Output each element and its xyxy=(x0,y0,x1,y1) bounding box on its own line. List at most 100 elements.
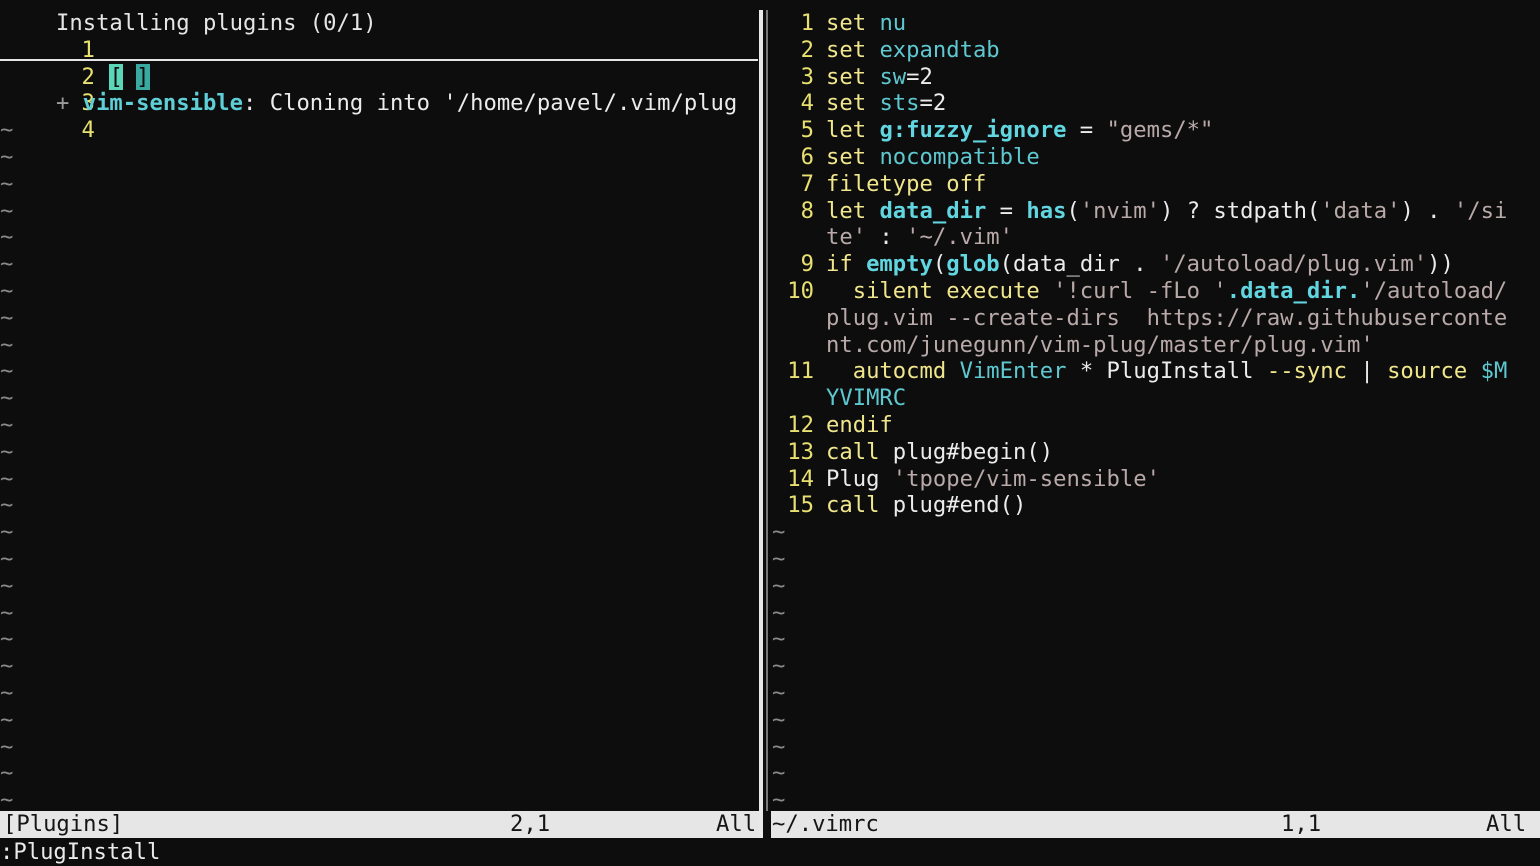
matching-bracket: ] xyxy=(136,63,150,90)
code-token: set xyxy=(826,90,880,117)
code-token: nu xyxy=(879,10,907,36)
line-number: 11 xyxy=(787,358,814,385)
empty-line-tilde: ~ xyxy=(0,626,14,653)
code-token: nocompatible xyxy=(879,144,1040,170)
empty-line-tilde: ~ xyxy=(772,599,786,626)
code-token: data_dir xyxy=(879,197,987,224)
cursor: [ xyxy=(109,63,123,91)
line-number: 10 xyxy=(787,278,814,304)
empty-line-tilde: ~ xyxy=(0,304,14,331)
empty-line-tilde: ~ xyxy=(0,706,14,733)
empty-line-tilde: ~ xyxy=(0,224,14,251)
empty-line-tilde: ~ xyxy=(0,412,14,438)
code-token: sw xyxy=(879,63,907,90)
empty-line-tilde: ~ xyxy=(0,358,14,385)
empty-line-tilde: ~ xyxy=(772,519,786,546)
command-line[interactable]: :PlugInstall xyxy=(0,838,160,866)
empty-line-tilde: ~ xyxy=(772,787,786,811)
right-cursor-position: 1,1 xyxy=(1281,811,1322,837)
code-line: let g:fuzzy_ignore = "gems/*" xyxy=(826,117,1213,144)
code-line: let data_dir = has('nvim') ? stdpath('da… xyxy=(826,198,1507,225)
code-line: call plug#begin() xyxy=(826,439,1053,466)
code-token: has xyxy=(1026,197,1067,224)
code-token: 'nvim' xyxy=(1079,197,1160,224)
empty-line-tilde: ~ xyxy=(0,492,14,519)
code-token: "gems/*" xyxy=(1106,117,1214,144)
code-token: = xyxy=(1066,117,1107,144)
right-window-edge xyxy=(1531,10,1537,811)
code-token: set xyxy=(826,36,880,63)
empty-line-tilde: ~ xyxy=(0,144,14,170)
code-token: source xyxy=(1387,358,1481,385)
code-line: silent execute '!curl -fLo '.data_dir.'/… xyxy=(826,278,1508,305)
empty-line-tilde: ~ xyxy=(0,653,14,680)
empty-line-tilde: ~ xyxy=(772,546,786,572)
code-token: * PlugInstall xyxy=(1066,358,1267,385)
code-token: --sync xyxy=(1266,358,1347,385)
code-token: nt.com/junegunn/vim-plug/master/plug.vim… xyxy=(826,331,1374,358)
code-token: set xyxy=(826,10,880,36)
plus-marker: + xyxy=(56,90,70,117)
code-token: autocmd xyxy=(826,358,960,385)
install-progress-text: Installing plugins (0/1) xyxy=(56,10,377,36)
empty-line-tilde: ~ xyxy=(0,572,14,599)
plugin-status-message: : Cloning into '/home/pavel/.vim/plug xyxy=(243,90,738,117)
empty-line-tilde: ~ xyxy=(0,385,14,412)
empty-line-tilde: ~ xyxy=(772,572,786,599)
empty-line-tilde: ~ xyxy=(772,626,786,653)
right-buffer-name: ~/.vimrc xyxy=(772,811,879,837)
empty-line-tilde: ~ xyxy=(0,438,14,465)
code-token: : xyxy=(866,224,907,251)
code-line: filetype off xyxy=(826,171,986,198)
code-token: set xyxy=(826,63,880,90)
empty-line-tilde: ~ xyxy=(0,251,14,278)
line-number: 3 xyxy=(800,63,814,90)
code-token: (data_dir . xyxy=(999,251,1160,278)
code-token: ) . xyxy=(1400,197,1454,224)
status-divider xyxy=(759,811,771,838)
code-line: Plug 'tpope/vim-sensible' xyxy=(826,466,1160,493)
plugin-status-line: + vim-sensible: Cloning into '/home/pave… xyxy=(56,90,737,117)
code-token: '/autoload/ xyxy=(1360,278,1508,304)
code-token: ( xyxy=(1066,197,1080,224)
empty-line-tilde: ~ xyxy=(0,760,14,787)
line-number: 4 xyxy=(800,90,814,117)
empty-line-tilde: ~ xyxy=(0,599,14,626)
code-token: ) ? stdpath( xyxy=(1159,197,1321,224)
empty-line-tilde: ~ xyxy=(772,760,786,787)
code-token: $M xyxy=(1480,358,1508,385)
empty-line-tilde: ~ xyxy=(0,197,14,224)
status-line: [Plugins] 2,1 All ~/.vimrc 1,1 All xyxy=(0,811,1540,838)
code-line: set nu xyxy=(826,10,906,37)
empty-line-tilde: ~ xyxy=(0,465,14,492)
code-token: 'data' xyxy=(1320,197,1401,224)
code-token: glob xyxy=(946,251,1000,278)
empty-line-tilde: ~ xyxy=(0,519,14,546)
line-number: 5 xyxy=(800,117,814,144)
code-token: empty xyxy=(866,251,933,278)
empty-line-tilde: ~ xyxy=(0,787,14,811)
code-token: VimEnter xyxy=(959,358,1067,385)
code-token: call xyxy=(826,492,893,519)
empty-line-tilde: ~ xyxy=(0,331,14,358)
code-token: sts xyxy=(879,90,920,117)
code-token: set xyxy=(826,144,880,170)
line-number: 14 xyxy=(787,465,814,492)
vertical-split-separator[interactable] xyxy=(759,10,771,811)
line-number: 7 xyxy=(800,170,814,197)
empty-line-tilde: ~ xyxy=(0,170,14,197)
code-token: 'tpope/vim-sensible' xyxy=(892,465,1160,492)
code-token: plug.vim --create-dirs https://raw.githu… xyxy=(826,304,1508,331)
code-line: endif xyxy=(826,412,893,439)
code-token: =2 xyxy=(919,90,947,117)
left-cursor-position: 2,1 xyxy=(510,811,551,837)
right-window-vimrc[interactable]: 1 set nu 2 set expandtab 3 set sw=2 4 set sts=2… xyxy=(772,10,1530,811)
code-line: set sts=2 xyxy=(826,90,946,117)
line-number: 6 xyxy=(800,144,814,170)
left-window-plugins[interactable]: 1 Installing plugins (0/1) 2 [ ] 3 4 + v… xyxy=(0,10,758,811)
code-token: let xyxy=(826,197,880,224)
code-token: let xyxy=(826,117,880,144)
code-token: endif xyxy=(826,412,893,438)
empty-line-tilde: ~ xyxy=(772,680,786,706)
code-token: call xyxy=(826,438,893,465)
